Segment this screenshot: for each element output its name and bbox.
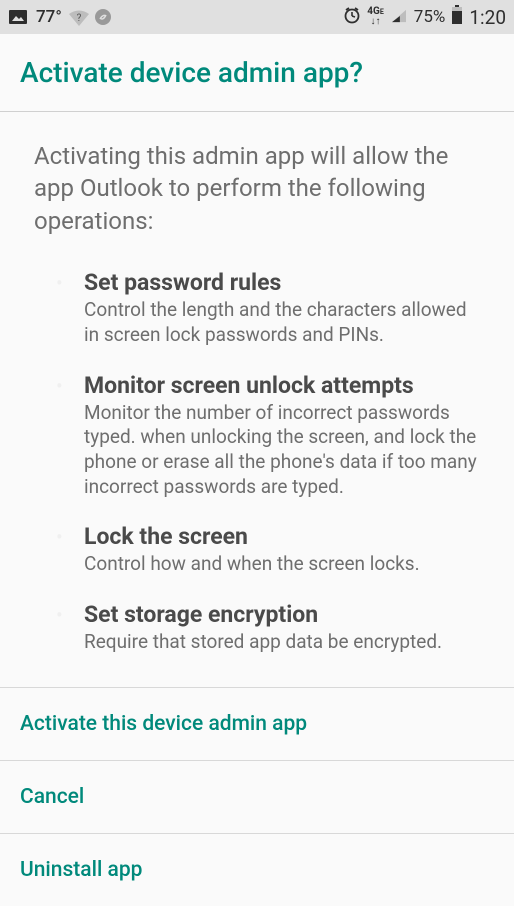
permission-description: Monitor the number of incorrect password… bbox=[84, 401, 484, 500]
battery-icon bbox=[451, 5, 463, 30]
permission-description: Control the length and the characters al… bbox=[84, 298, 484, 347]
activate-button[interactable]: Activate this device admin app bbox=[0, 688, 514, 761]
intro-text: Activating this admin app will allow the… bbox=[34, 140, 484, 237]
temperature: 77° bbox=[36, 7, 62, 27]
permission-item: Set storage encryption Require that stor… bbox=[84, 601, 484, 655]
alarm-icon bbox=[343, 6, 361, 29]
permission-title: Set password rules bbox=[84, 269, 484, 296]
permission-list: Set password rules Control the length an… bbox=[34, 269, 484, 655]
permission-item: Monitor screen unlock attempts Monitor t… bbox=[84, 372, 484, 500]
content: Activating this admin app will allow the… bbox=[0, 112, 514, 687]
signal-icon bbox=[390, 7, 408, 28]
status-right: 4GE ↓↑ 75% 1:20 bbox=[343, 5, 506, 30]
uninstall-button[interactable]: Uninstall app bbox=[0, 834, 514, 906]
permission-title: Monitor screen unlock attempts bbox=[84, 372, 484, 399]
permission-description: Control how and when the screen locks. bbox=[84, 552, 484, 577]
permission-title: Set storage encryption bbox=[84, 601, 484, 628]
wifi-icon: ? bbox=[68, 9, 88, 25]
permission-title: Lock the screen bbox=[84, 523, 484, 550]
picture-icon bbox=[8, 9, 28, 25]
header: Activate device admin app? bbox=[0, 34, 514, 112]
svg-text:?: ? bbox=[76, 13, 81, 24]
permission-item: Lock the screen Control how and when the… bbox=[84, 523, 484, 577]
permission-item: Set password rules Control the length an… bbox=[84, 269, 484, 347]
cancel-button[interactable]: Cancel bbox=[0, 761, 514, 834]
clock: 1:20 bbox=[469, 6, 506, 29]
action-list: Activate this device admin app Cancel Un… bbox=[0, 687, 514, 906]
status-bar: 77° ? 4GE ↓↑ bbox=[0, 0, 514, 34]
shazam-icon bbox=[94, 8, 112, 26]
permission-description: Require that stored app data be encrypte… bbox=[84, 630, 484, 655]
network-type-icon: 4GE ↓↑ bbox=[367, 7, 384, 27]
page-title: Activate device admin app? bbox=[20, 56, 494, 89]
status-left: 77° ? bbox=[8, 7, 112, 27]
battery-percent: 75% bbox=[414, 7, 446, 27]
